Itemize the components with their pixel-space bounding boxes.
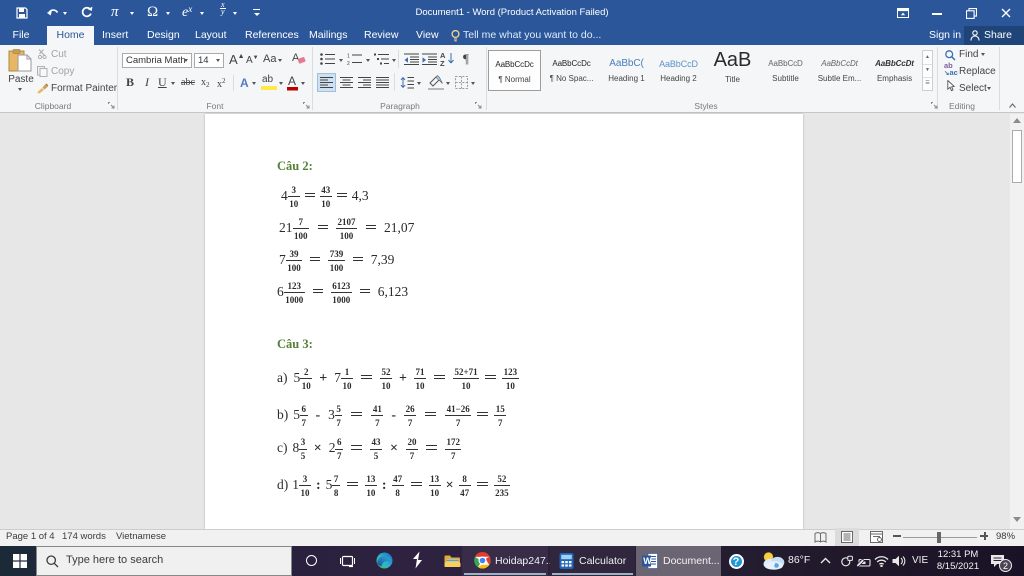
svg-text:Z: Z: [440, 59, 445, 66]
svg-text:1: 1: [347, 54, 350, 60]
svg-text:W: W: [643, 556, 652, 566]
svg-text:2: 2: [347, 61, 350, 65]
